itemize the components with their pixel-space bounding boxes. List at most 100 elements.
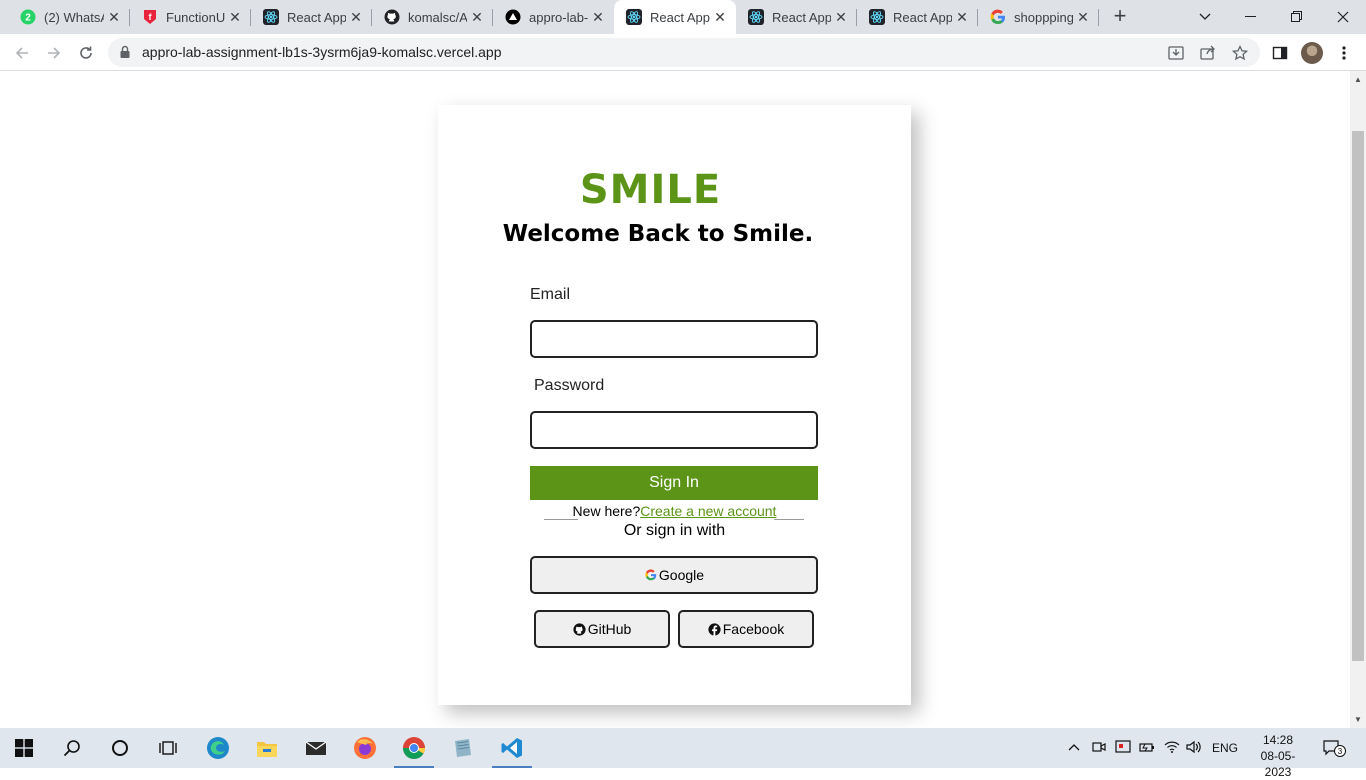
- close-icon[interactable]: ✕: [104, 9, 124, 26]
- cortana-icon[interactable]: [96, 728, 144, 768]
- bookmark-star-icon[interactable]: [1230, 43, 1250, 63]
- tab-github[interactable]: komalsc/A ✕: [372, 0, 493, 34]
- react-icon: [869, 9, 885, 25]
- tab-react-app-3[interactable]: React App ✕: [736, 0, 857, 34]
- page-viewport: SMILE Welcome Back to Smile. Email Passw…: [0, 71, 1350, 728]
- forward-button[interactable]: [40, 39, 68, 67]
- github-icon: [573, 622, 587, 636]
- svg-text:2: 2: [25, 13, 31, 24]
- email-field[interactable]: [530, 320, 818, 358]
- login-card: SMILE Welcome Back to Smile. Email Passw…: [438, 105, 911, 705]
- volume-icon[interactable]: [1186, 740, 1202, 757]
- notification-count: 3: [1338, 747, 1343, 756]
- password-label: Password: [534, 377, 605, 394]
- minimize-button[interactable]: [1228, 0, 1274, 34]
- close-icon[interactable]: ✕: [831, 9, 851, 26]
- tab-react-app-active[interactable]: React App ✕: [614, 0, 736, 34]
- task-view-icon[interactable]: [144, 728, 192, 768]
- divider-right: [774, 519, 804, 520]
- show-hidden-icons[interactable]: [1068, 740, 1080, 754]
- profile-avatar[interactable]: [1301, 42, 1323, 64]
- scrollbar-thumb[interactable]: [1352, 131, 1364, 661]
- tab-title: appro-lab-: [529, 9, 588, 25]
- welcome-heading: Welcome Back to Smile.: [502, 221, 814, 247]
- create-account-link[interactable]: Create a new account: [640, 503, 776, 519]
- address-bar[interactable]: appro-lab-assignment-lb1s-3ysrm6ja9-koma…: [108, 38, 1260, 67]
- tab-functionup[interactable]: f FunctionU ✕: [130, 0, 251, 34]
- browser-toolbar: appro-lab-assignment-lb1s-3ysrm6ja9-koma…: [0, 34, 1366, 71]
- chrome-icon[interactable]: [390, 728, 438, 768]
- install-app-icon[interactable]: [1166, 43, 1186, 63]
- tab-title: React App: [287, 9, 346, 25]
- close-icon[interactable]: ✕: [952, 9, 972, 26]
- password-field[interactable]: [530, 411, 818, 449]
- google-icon: [990, 9, 1006, 25]
- tab-title: React App: [772, 9, 831, 25]
- new-tab-button[interactable]: +: [1108, 5, 1132, 29]
- github-signin-button[interactable]: GitHub: [534, 610, 670, 648]
- back-button[interactable]: [8, 39, 36, 67]
- scroll-down-arrow[interactable]: ▼: [1354, 715, 1362, 724]
- search-icon[interactable]: [48, 728, 96, 768]
- brand-logo: SMILE: [579, 167, 722, 213]
- whatsapp-icon: 2: [20, 9, 36, 25]
- more-menu-icon[interactable]: [1334, 43, 1354, 63]
- vscode-icon[interactable]: [488, 728, 536, 768]
- language-indicator[interactable]: ENG: [1212, 741, 1238, 755]
- edge-icon[interactable]: [194, 728, 242, 768]
- restore-button[interactable]: [1274, 0, 1320, 34]
- close-icon[interactable]: ✕: [467, 9, 487, 26]
- notepad-icon[interactable]: [439, 728, 487, 768]
- wifi-icon[interactable]: [1164, 740, 1180, 757]
- side-panel-icon[interactable]: [1270, 43, 1290, 63]
- google-signin-button[interactable]: Google: [530, 556, 818, 594]
- reload-button[interactable]: [72, 39, 100, 67]
- sign-in-button[interactable]: Sign In: [530, 466, 818, 500]
- facebook-label: Facebook: [722, 621, 785, 637]
- react-icon: [748, 9, 764, 25]
- share-icon[interactable]: [1198, 43, 1218, 63]
- tab-react-app-1[interactable]: React App ✕: [251, 0, 372, 34]
- device-icon[interactable]: [1115, 740, 1131, 757]
- clock[interactable]: 14:28 08-05-2023: [1248, 732, 1308, 780]
- functionup-icon: f: [142, 9, 158, 25]
- close-icon[interactable]: ✕: [225, 9, 245, 26]
- start-button[interactable]: [0, 728, 48, 768]
- page-scrollbar[interactable]: ▲ ▼: [1350, 71, 1366, 728]
- react-icon: [263, 9, 279, 25]
- close-window-button[interactable]: [1320, 0, 1366, 34]
- tab-vercel[interactable]: appro-lab- ✕: [493, 0, 614, 34]
- tab-title: shoppping: [1014, 9, 1073, 25]
- new-here-text: New here?Create a new account: [438, 503, 911, 519]
- battery-icon[interactable]: [1139, 740, 1155, 757]
- react-icon: [626, 9, 642, 25]
- clock-time: 14:28: [1262, 733, 1294, 747]
- tab-search-icon[interactable]: [1182, 0, 1228, 34]
- email-label: Email: [530, 286, 571, 303]
- windows-taskbar: ENG 14:28 08-05-2023 3: [0, 728, 1366, 779]
- close-icon[interactable]: ✕: [588, 9, 608, 26]
- meet-now-icon[interactable]: [1092, 740, 1106, 757]
- mail-icon[interactable]: [292, 728, 340, 768]
- notification-center-icon[interactable]: 3: [1323, 739, 1347, 760]
- close-icon[interactable]: ✕: [710, 9, 730, 26]
- tab-whatsapp[interactable]: 2 (2) WhatsA ✕: [8, 0, 130, 34]
- tab-google-search[interactable]: shoppping ✕: [978, 0, 1099, 34]
- close-icon[interactable]: ✕: [1073, 9, 1093, 26]
- github-icon: [384, 9, 400, 25]
- or-sign-in-with: Or sign in with: [623, 522, 726, 539]
- clock-date: 08-05-2023: [1260, 749, 1296, 779]
- tab-title: React App: [893, 9, 952, 25]
- url-text[interactable]: appro-lab-assignment-lb1s-3ysrm6ja9-koma…: [142, 44, 501, 60]
- tab-title: React App: [650, 9, 710, 25]
- tab-react-app-4[interactable]: React App ✕: [857, 0, 978, 34]
- vercel-icon: [505, 9, 521, 25]
- github-label: GitHub: [587, 621, 632, 637]
- lock-icon[interactable]: [120, 45, 130, 64]
- firefox-icon[interactable]: [341, 728, 389, 768]
- close-icon[interactable]: ✕: [346, 9, 366, 26]
- new-here-label: New here?: [572, 503, 641, 519]
- facebook-signin-button[interactable]: Facebook: [678, 610, 814, 648]
- scroll-up-arrow[interactable]: ▲: [1354, 75, 1362, 84]
- file-explorer-icon[interactable]: [243, 728, 291, 768]
